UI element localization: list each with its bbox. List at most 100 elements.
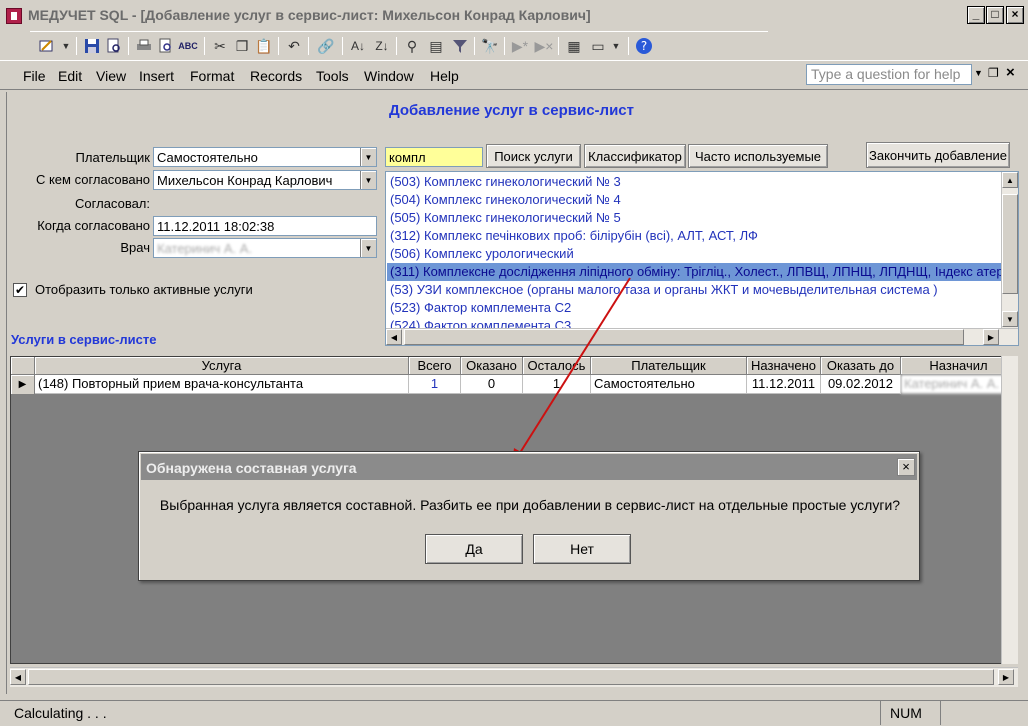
- list-item[interactable]: (504) Комплекс гинекологический № 4: [387, 191, 1001, 209]
- close-icon[interactable]: ×: [897, 458, 915, 476]
- column-header-assigned-by[interactable]: Назначил: [901, 357, 1017, 375]
- status-text: Calculating . . .: [14, 705, 107, 721]
- chevron-down-icon[interactable]: ▼: [974, 68, 983, 78]
- payer-label: Плательщик: [75, 150, 150, 165]
- table-cell[interactable]: 09.02.2012: [821, 375, 901, 394]
- database-window-icon[interactable]: ▦: [564, 36, 584, 56]
- doc-restore-button[interactable]: ❐: [988, 66, 999, 80]
- help-question-input[interactable]: Type a question for help: [806, 64, 972, 85]
- filter-by-selection-icon[interactable]: ⚲: [402, 36, 422, 56]
- classifier-button[interactable]: Классификатор: [584, 144, 686, 168]
- find-icon[interactable]: 🔭: [480, 36, 500, 56]
- cut-icon[interactable]: ✂: [210, 36, 230, 56]
- toolbar-separator: [628, 37, 629, 55]
- filter-by-form-icon[interactable]: ▤: [426, 36, 446, 56]
- scroll-right-icon[interactable]: ▶: [983, 329, 999, 345]
- spelling-icon[interactable]: ABC: [178, 36, 198, 56]
- active-only-checkbox[interactable]: ✔: [13, 283, 27, 297]
- scroll-up-icon[interactable]: ▲: [1002, 172, 1018, 188]
- toolbar-separator: [204, 37, 205, 55]
- menu-tools[interactable]: Tools: [316, 68, 349, 84]
- hyperlink-icon[interactable]: 🔗: [316, 36, 336, 56]
- scroll-left-icon[interactable]: ◀: [386, 329, 402, 345]
- list-vertical-scrollbar[interactable]: ▲ ▼: [1001, 172, 1018, 328]
- undo-icon[interactable]: ↶: [284, 36, 304, 56]
- close-button[interactable]: ×: [1006, 6, 1024, 24]
- column-header-service[interactable]: Услуга: [35, 357, 409, 375]
- sort-ascending-icon[interactable]: A↓: [348, 36, 368, 56]
- service-search-input[interactable]: компл: [385, 147, 483, 167]
- frequent-services-button[interactable]: Часто используемые: [688, 144, 828, 168]
- menu-insert[interactable]: Insert: [139, 68, 174, 84]
- save-icon[interactable]: [82, 36, 102, 56]
- paste-icon[interactable]: 📋: [254, 36, 274, 56]
- list-item[interactable]: (523) Фактор комплемента С2: [387, 299, 1001, 317]
- copy-icon[interactable]: ❐: [232, 36, 252, 56]
- menu-format[interactable]: Format: [190, 68, 234, 84]
- list-item[interactable]: (53) УЗИ комплексное (органы малого таза…: [387, 281, 1001, 299]
- column-header-assigned[interactable]: Назначено: [747, 357, 821, 375]
- toolbar-separator: [396, 37, 397, 55]
- menu-records[interactable]: Records: [250, 68, 302, 84]
- help-icon[interactable]: ?: [634, 36, 654, 56]
- chevron-down-icon[interactable]: ▼: [360, 148, 376, 166]
- chevron-down-icon[interactable]: ▼: [610, 36, 622, 56]
- dialog-title: Обнаружена составная услуга: [141, 454, 917, 480]
- new-object-icon[interactable]: ▭: [588, 36, 608, 56]
- table-cell[interactable]: 1: [409, 375, 461, 394]
- form-vertical-scrollbar[interactable]: [1001, 356, 1018, 664]
- scroll-down-icon[interactable]: ▼: [1002, 311, 1018, 327]
- menu-help[interactable]: Help: [430, 68, 459, 84]
- services-in-list-header: Услуги в сервис-листе: [11, 332, 157, 347]
- table-cell[interactable]: Катеринич А. А.: [901, 375, 1017, 394]
- annotation-arrow: [512, 277, 631, 466]
- print-icon[interactable]: [134, 36, 154, 56]
- payer-combo[interactable]: Самостоятельно ▼: [153, 147, 377, 167]
- service-list[interactable]: (503) Комплекс гинекологический № 3 (504…: [385, 171, 1019, 346]
- chevron-down-icon[interactable]: ▼: [60, 36, 72, 56]
- print-preview-icon[interactable]: [156, 36, 176, 56]
- list-item[interactable]: (506) Комплекс урологический: [387, 245, 1001, 263]
- new-record-icon[interactable]: ▶*: [510, 36, 530, 56]
- search-service-button[interactable]: Поиск услуги: [486, 144, 581, 168]
- scroll-left-icon[interactable]: ◀: [10, 669, 26, 685]
- column-header-due[interactable]: Оказать до: [821, 357, 901, 375]
- scroll-thumb[interactable]: [404, 329, 964, 345]
- finish-adding-button[interactable]: Закончить добавление: [866, 142, 1010, 168]
- table-cell[interactable]: (148) Повторный прием врача-консультанта: [35, 375, 409, 394]
- list-horizontal-scrollbar[interactable]: ◀ ▶: [386, 328, 1018, 345]
- status-divider: [940, 701, 941, 725]
- scroll-right-icon[interactable]: ▶: [998, 669, 1014, 685]
- maximize-button[interactable]: □: [986, 6, 1004, 24]
- no-button[interactable]: Нет: [533, 534, 631, 564]
- apply-filter-icon[interactable]: [450, 36, 470, 56]
- list-item[interactable]: (312) Комплекс печінкових проб: білірубі…: [387, 227, 1001, 245]
- chevron-down-icon[interactable]: ▼: [360, 239, 376, 257]
- doc-close-button[interactable]: ×: [1006, 64, 1015, 81]
- column-header-total[interactable]: Всего: [409, 357, 461, 375]
- search-icon[interactable]: [104, 36, 124, 56]
- list-item[interactable]: (503) Комплекс гинекологический № 3: [387, 173, 1001, 191]
- list-item[interactable]: (505) Комплекс гинекологический № 5: [387, 209, 1001, 227]
- when-agreed-field[interactable]: 11.12.2011 18:02:38: [153, 216, 377, 236]
- scroll-thumb[interactable]: [1002, 194, 1018, 294]
- form-horizontal-scrollbar[interactable]: ◀ ▶: [10, 667, 1018, 687]
- menu-view[interactable]: View: [96, 68, 126, 84]
- chevron-down-icon[interactable]: ▼: [360, 171, 376, 189]
- list-item-selected[interactable]: (311) Комплексне дослідження ліпідного о…: [387, 263, 1001, 281]
- delete-record-icon[interactable]: ▶×: [534, 36, 554, 56]
- sort-descending-icon[interactable]: Z↓: [372, 36, 392, 56]
- doctor-combo[interactable]: Катеринич А. А. ▼: [153, 238, 377, 258]
- menu-file[interactable]: File: [23, 68, 46, 84]
- agreed-with-combo[interactable]: Михельсон Конрад Карлович ▼: [153, 170, 377, 190]
- row-selector-icon[interactable]: ▶: [11, 375, 35, 394]
- yes-button[interactable]: Да: [425, 534, 523, 564]
- menu-edit[interactable]: Edit: [58, 68, 82, 84]
- table-cell[interactable]: 11.12.2011: [747, 375, 821, 394]
- grid-corner: [11, 357, 35, 375]
- scroll-thumb[interactable]: [28, 669, 994, 685]
- menu-window[interactable]: Window: [364, 68, 414, 84]
- design-view-icon[interactable]: [38, 36, 58, 56]
- minimize-button[interactable]: _: [967, 6, 985, 24]
- toolbar-separator: [474, 37, 475, 55]
